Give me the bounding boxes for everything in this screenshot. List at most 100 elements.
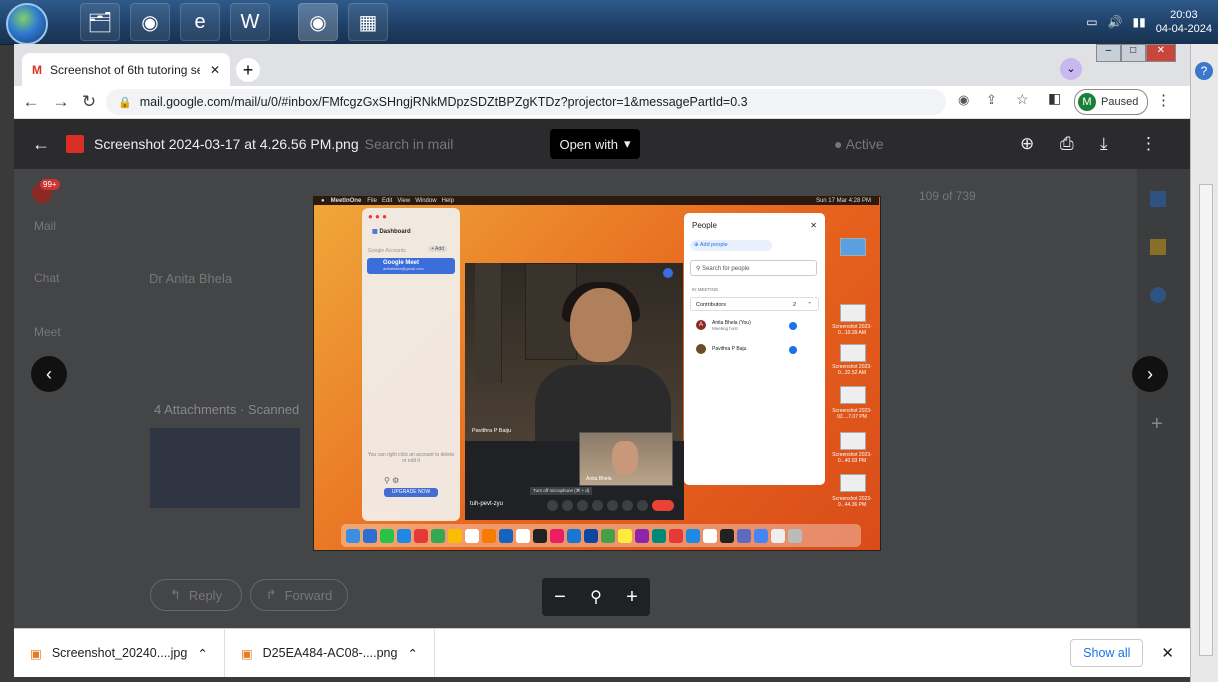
close-downloads-icon[interactable]: ✕ <box>1161 644 1174 662</box>
folder-thumb <box>840 238 866 256</box>
meet-item-email: anitabhela@gmail.com <box>383 266 424 271</box>
scrollbar[interactable] <box>1199 184 1213 656</box>
captions-icon <box>577 500 588 511</box>
search-people-field: ⚲ Search for people <box>690 260 817 276</box>
close-tab-icon[interactable]: ✕ <box>210 63 220 77</box>
dashboard-label: Dashboard <box>379 229 411 235</box>
browser-tab[interactable]: M Screenshot of 6th tutoring sessio ✕ <box>22 53 230 86</box>
calendar-icon[interactable] <box>1150 191 1166 207</box>
network-icon[interactable]: ▭ <box>1086 15 1097 29</box>
zoom-in-button[interactable]: + <box>626 586 638 609</box>
file-thumb-2 <box>840 344 866 362</box>
mac-menu-help: Help <box>441 197 454 204</box>
reply-button[interactable]: ↰ Reply <box>150 579 242 611</box>
chrome-profile-icon[interactable]: ◉ <box>298 3 338 41</box>
mac-menu-edit: Edit <box>381 197 393 204</box>
gmail-icon: M <box>32 62 42 77</box>
zoom-out-button[interactable]: − <box>554 586 566 609</box>
chevron-up-icon[interactable]: ⌃ <box>407 646 417 661</box>
profile-status: Paused <box>1101 96 1139 108</box>
open-with-label: Open with <box>559 136 618 152</box>
help-text: You can right click an account to delete… <box>367 452 455 464</box>
file-thumb-5 <box>840 474 866 492</box>
keep-icon[interactable] <box>1150 239 1166 255</box>
eye-icon[interactable]: ◉ <box>958 92 969 108</box>
nav-chat[interactable]: Chat <box>34 271 59 285</box>
download-file-name-1: Screenshot_20240....jpg <box>51 646 188 660</box>
meet-control-buttons <box>547 497 823 514</box>
add-people-label: Add people <box>699 242 728 248</box>
back-button[interactable]: ← <box>18 88 44 116</box>
zoom-icon[interactable]: ⚲ <box>590 587 602 607</box>
print-icon[interactable]: ⎙ <box>1060 134 1074 154</box>
forward-button[interactable]: ↱ Forward <box>250 579 348 611</box>
reload-button[interactable]: ↻ <box>76 88 102 116</box>
mac-dock <box>341 524 861 547</box>
new-tab-button[interactable]: + <box>236 58 260 82</box>
folder-icon[interactable]: 🗂 <box>80 3 120 41</box>
chevron-up-icon[interactable]: ⌃ <box>197 646 207 661</box>
open-with-button[interactable]: Open with ▾ <box>550 129 640 159</box>
window-traffic-lights: ● ● ● <box>368 212 387 221</box>
chrome-menu-icon[interactable]: ⋮ <box>1156 91 1171 109</box>
meetinone-sidebar: ● ● ● ▦ Dashboard Google Accounts + Add … <box>362 208 460 521</box>
attachments-label: 4 Attachments · Scanned <box>154 402 300 417</box>
bookmark-star-icon[interactable]: ☆ <box>1016 91 1029 108</box>
apple-icon: ● <box>321 197 325 204</box>
chat-icon <box>708 500 719 511</box>
contributors-count: 2 <box>792 302 796 308</box>
add-to-drive-icon[interactable]: ⊕ <box>1020 134 1034 154</box>
file-name: Screenshot 2024-03-17 at 4.26.56 PM.png <box>94 136 359 152</box>
address-bar[interactable]: 🔒 mail.google.com/mail/u/0/#inbox/FMfcgz… <box>106 89 946 115</box>
file-thumb-4 <box>840 432 866 450</box>
signal-icon[interactable]: ▮▮ <box>1133 15 1146 29</box>
contributors-row: Contributors 2 ⌃ <box>690 297 819 311</box>
previous-attachment-button[interactable]: ‹ <box>31 356 67 392</box>
show-all-button[interactable]: Show all <box>1070 639 1144 667</box>
file-thumb-1 <box>840 304 866 322</box>
clock[interactable]: 20:03 04-04-2024 <box>1156 8 1212 36</box>
help-icon[interactable]: ? <box>1195 62 1213 80</box>
download-item-2[interactable]: ▣ D25EA484-AC08-....png ⌃ <box>225 629 435 677</box>
downloads-bar: ▣ Screenshot_20240....jpg ⌃ ▣ D25EA484-A… <box>14 628 1190 677</box>
add-addon-icon[interactable]: + <box>1151 413 1163 436</box>
file-label-1: Screenshot 2023-0...10.39 AM <box>832 324 872 336</box>
side-panel-icon[interactable]: ◧ <box>1048 90 1061 107</box>
nav-mail[interactable]: Mail <box>34 219 56 233</box>
mac-menubar: ● MeetInOne File Edit View Window Help S… <box>313 196 879 205</box>
internet-explorer-icon[interactable]: e <box>180 3 220 41</box>
download-icon[interactable]: ⤓ <box>1100 134 1108 154</box>
participant-shirt <box>535 365 671 441</box>
side-apps-panel: + <box>1137 169 1190 628</box>
start-button[interactable] <box>6 3 48 45</box>
close-window-button[interactable]: ✕ <box>1145 44 1176 62</box>
next-attachment-button[interactable]: › <box>1132 356 1168 392</box>
profile-button[interactable]: M Paused <box>1074 89 1148 115</box>
more-options-icon[interactable]: ⋮ <box>1140 134 1157 154</box>
system-tray: ▭ 🔊 ▮▮ 20:03 04-04-2024 <box>1086 0 1212 44</box>
lock-icon[interactable]: 🔒 <box>118 96 132 109</box>
paint-icon[interactable]: ▦ <box>348 3 388 41</box>
forward-button[interactable]: → <box>48 88 74 116</box>
nav-meet[interactable]: Meet <box>34 325 61 339</box>
self-view-video: Anita Bhela <box>579 432 673 486</box>
file-label-2: Screenshot 2023-0...32.52 AM <box>832 364 872 376</box>
maximize-button[interactable]: □ <box>1120 44 1146 62</box>
image-file-icon <box>66 135 84 153</box>
chrome-icon[interactable]: ◉ <box>130 3 170 41</box>
meeting-code: tuh-pevt-zyu <box>470 501 504 507</box>
upgrade-label: UPGRADE NOW <box>384 488 438 497</box>
status-label: Active <box>845 136 884 152</box>
word-icon[interactable]: W <box>230 3 270 41</box>
close-viewer-icon[interactable]: ← <box>32 134 50 155</box>
desktop-files: Screenshot 2023-0...10.39 AM Screenshot … <box>828 236 876 526</box>
tab-search-button[interactable]: ⌄ <box>1060 58 1082 80</box>
mic-tooltip: Turn off microphone (⌘ + d) <box>530 487 593 495</box>
volume-icon[interactable]: 🔊 <box>1108 15 1123 29</box>
download-item-1[interactable]: ▣ Screenshot_20240....jpg ⌃ <box>14 629 225 677</box>
share-icon[interactable]: ⇪ <box>986 92 997 108</box>
message-counter: 109 of 739 <box>919 189 976 203</box>
minimize-button[interactable]: – <box>1096 44 1121 62</box>
tasks-icon[interactable] <box>1150 287 1166 303</box>
person2-avatar <box>696 344 706 354</box>
